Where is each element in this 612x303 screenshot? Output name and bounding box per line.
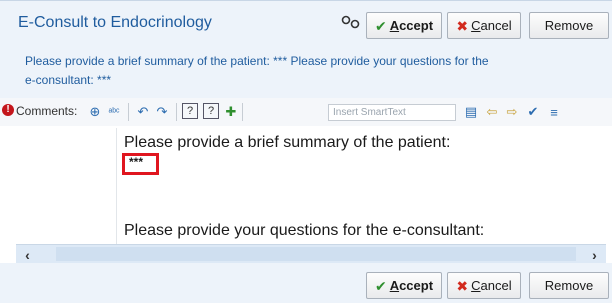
comments-editor[interactable]: Please provide a brief summary of the pa… xyxy=(116,128,612,244)
link-icon[interactable] xyxy=(340,14,362,30)
warning-icon: ! xyxy=(2,104,14,116)
chevron-right-icon[interactable]: › xyxy=(585,245,604,264)
close-icon: ✖ xyxy=(456,277,469,294)
add-icon[interactable]: ✚ xyxy=(222,103,240,121)
smartphrase-help-icon[interactable]: ? xyxy=(203,103,219,119)
left-arrow-icon[interactable]: ⇦ xyxy=(483,103,501,121)
accept-button-top[interactable]: ✔ Accept xyxy=(366,12,442,39)
editor-line-2: Please provide your questions for the e-… xyxy=(124,222,485,239)
econsult-panel: E-Consult to Endocrinology ✔ Accept ✖ Ca… xyxy=(0,0,612,303)
zoom-icon[interactable]: ⊕ xyxy=(86,103,104,121)
help-icon[interactable]: ? xyxy=(182,103,198,119)
right-arrow-icon[interactable]: ⇨ xyxy=(503,103,521,121)
undo-icon[interactable]: ↶ xyxy=(134,103,152,121)
section-prompt: Please provide a brief summary of the pa… xyxy=(25,54,489,87)
spell-check-icon[interactable]: ᵃᵇᶜ xyxy=(105,103,123,121)
insert-smarttext-input[interactable]: Insert SmartText xyxy=(328,104,456,121)
check-all-icon[interactable]: ✔ xyxy=(524,103,542,121)
check-icon: ✔ xyxy=(374,277,387,294)
close-icon: ✖ xyxy=(456,17,469,34)
comments-label: Comments: xyxy=(16,104,78,118)
redo-icon[interactable]: ↷ xyxy=(153,103,171,121)
scrollbar-thumb[interactable] xyxy=(56,247,576,261)
remove-button-top[interactable]: Remove xyxy=(529,12,609,39)
section-title: E-Consult to Endocrinology xyxy=(18,14,212,31)
check-icon: ✔ xyxy=(374,17,387,34)
editor-line-1: Please provide a brief summary of the pa… xyxy=(124,134,451,151)
chevron-left-icon[interactable]: ‹ xyxy=(18,245,37,264)
cancel-button-top[interactable]: ✖ Cancel xyxy=(447,12,521,39)
cancel-button-bottom[interactable]: ✖ Cancel xyxy=(447,272,521,299)
remove-button-bottom[interactable]: Remove xyxy=(529,272,609,299)
smarttext-list-icon[interactable]: ▤ xyxy=(462,103,480,121)
accept-button-bottom[interactable]: ✔ Accept xyxy=(366,272,442,299)
smartlist-placeholder[interactable]: *** xyxy=(122,153,159,175)
list-arrow-icon[interactable]: ≡ xyxy=(545,103,563,121)
horizontal-scrollbar[interactable]: ‹ › xyxy=(16,244,606,263)
